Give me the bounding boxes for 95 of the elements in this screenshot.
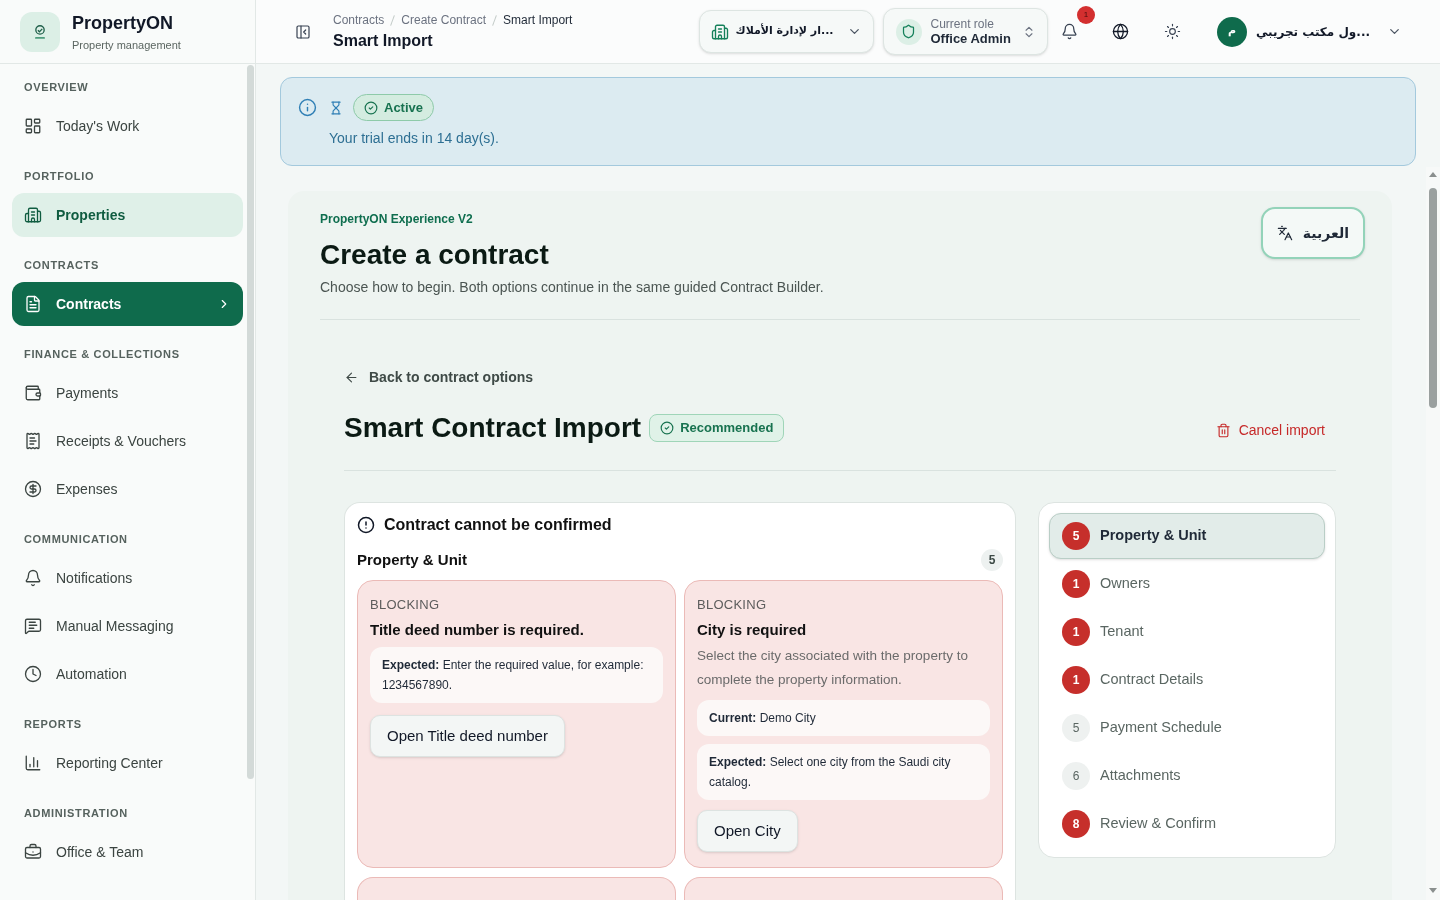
group-title: Property & Unit: [357, 549, 467, 570]
section-heading: Smart Contract Import: [344, 411, 642, 445]
badge-label: Recommended: [680, 419, 774, 438]
brand-name: PropertyON: [72, 11, 175, 34]
clock-icon: [24, 665, 42, 683]
office-selector[interactable]: ...ار لإدارة الأملاك: [698, 10, 874, 53]
nav-section-heading: PORTFOLIO: [23, 169, 96, 184]
dashboard-icon: [24, 117, 42, 135]
step-count-badge: 1: [1062, 618, 1090, 646]
nav-item[interactable]: Reporting Center: [12, 741, 243, 785]
user-menu-button[interactable]: م ...ول مكتب تجريبي: [1216, 16, 1402, 47]
nav-section-heading: OVERVIEW: [23, 80, 90, 95]
message-icon: [24, 617, 42, 635]
nav-item[interactable]: Expenses: [12, 467, 243, 511]
detail-note: Current: Demo City: [697, 700, 990, 736]
building-icon: [710, 22, 729, 41]
page-title: Smart Import: [333, 31, 434, 51]
issue-title: City is required: [697, 620, 807, 640]
eyebrow-label: PropertyON Experience V2: [320, 211, 474, 227]
nav-item[interactable]: Receipts & Vouchers: [12, 419, 243, 463]
nav-item[interactable]: Automation: [12, 652, 243, 696]
step-item[interactable]: 5 Payment Schedule: [1049, 705, 1325, 751]
alert-circle-icon: [357, 516, 375, 534]
step-count-badge: 1: [1062, 570, 1090, 598]
status-label: Active: [384, 98, 424, 117]
detail-note: Expected: Select one city from the Saudi city catalog.: [697, 744, 990, 800]
trash-icon: [1215, 422, 1231, 438]
scrollbar-thumb[interactable]: [247, 65, 254, 779]
nav-item[interactable]: Notifications: [12, 556, 243, 600]
severity-label: BLOCKING: [697, 596, 767, 614]
shield-icon: [895, 18, 922, 45]
user-avatar: م: [1216, 16, 1247, 47]
nav-item[interactable]: Payments: [12, 371, 243, 415]
page-subtitle: Choose how to begin. Both options continue in the same guided Contract Builder.: [320, 278, 824, 297]
step-count-badge: 1: [1062, 666, 1090, 694]
issue-description: Select the city associated with the property to complete the property information.: [697, 647, 969, 689]
scroll-down-icon[interactable]: [1429, 888, 1437, 893]
nav-section-heading: CONTRACTS: [23, 258, 100, 273]
validation-title: Contract cannot be confirmed: [384, 515, 612, 535]
breadcrumb-link[interactable]: Smart Import: [503, 12, 573, 28]
step-item[interactable]: 1 Tenant: [1049, 609, 1325, 655]
info-icon: [298, 98, 317, 117]
document-icon: [24, 295, 42, 313]
nav-item[interactable]: Properties: [12, 193, 243, 237]
notification-badge: 1: [1076, 5, 1095, 24]
issue-title: Title deed number is required.: [370, 620, 584, 640]
globe-icon: [1112, 23, 1130, 40]
bell-icon: [24, 569, 42, 587]
step-count-badge: 5: [1062, 522, 1090, 550]
receipt-icon: [24, 432, 42, 450]
dollar-circle-icon: [24, 480, 42, 498]
page-heading: Create a contract: [320, 238, 550, 272]
step-item[interactable]: 1 Contract Details: [1049, 657, 1325, 703]
step-item[interactable]: 1 Owners: [1049, 561, 1325, 607]
severity-label: BLOCKING: [370, 596, 440, 614]
nav-section-heading: FINANCE & COLLECTIONS: [23, 347, 181, 362]
logo-icon: [20, 11, 60, 52]
scroll-up-icon[interactable]: [1429, 172, 1437, 177]
sun-icon: [1164, 23, 1182, 40]
step-item[interactable]: 8 Review & Confirm: [1049, 801, 1325, 847]
open-field-button[interactable]: Open City: [697, 810, 798, 852]
building-icon: [24, 206, 42, 224]
brand-tagline: Property management: [72, 37, 181, 52]
breadcrumb-link[interactable]: Contracts: [333, 12, 385, 28]
back-link[interactable]: Back to contract options: [344, 368, 534, 386]
hourglass-icon: [329, 99, 343, 116]
translate-icon: [1276, 225, 1293, 241]
issue-count-badge: 5: [981, 549, 1003, 571]
language-button[interactable]: العربية: [1260, 207, 1365, 259]
open-field-button[interactable]: Open Title deed number: [370, 715, 565, 757]
step-item[interactable]: 5 Property & Unit: [1049, 513, 1325, 559]
step-item[interactable]: 6 Attachments: [1049, 753, 1325, 799]
panel-collapse-icon: [295, 23, 311, 40]
check-circle-icon: [364, 100, 378, 115]
bell-icon: [1060, 22, 1078, 40]
nav-item[interactable]: Contracts: [12, 282, 243, 326]
cancel-import-button[interactable]: Cancel import: [1215, 419, 1325, 441]
nav-item[interactable]: Office & Team: [12, 830, 243, 874]
nav-item[interactable]: Manual Messaging: [12, 604, 243, 648]
nav-section-heading: ADMINISTRATION: [23, 806, 129, 821]
detail-note: Expected: Enter the required value, for example: 1234567890.: [370, 647, 663, 703]
nav-section-heading: REPORTS: [23, 717, 83, 732]
bar-chart-icon: [24, 754, 42, 772]
trial-message: Your trial ends in 14 day(s).: [329, 129, 499, 148]
step-count-badge: 6: [1062, 762, 1090, 790]
step-count-badge: 8: [1062, 810, 1090, 838]
breadcrumb-link[interactable]: Create Contract: [401, 12, 487, 28]
nav-section-heading: COMMUNICATION: [23, 532, 129, 547]
step-count-badge: 5: [1062, 714, 1090, 742]
wallet-icon: [24, 384, 42, 402]
nav-item[interactable]: Today's Work: [12, 104, 243, 148]
scrollbar-thumb[interactable]: [1429, 188, 1437, 408]
check-circle-icon: [660, 421, 675, 435]
briefcase-icon: [24, 843, 42, 861]
role-selector[interactable]: Current role Office Admin: [882, 8, 1048, 55]
